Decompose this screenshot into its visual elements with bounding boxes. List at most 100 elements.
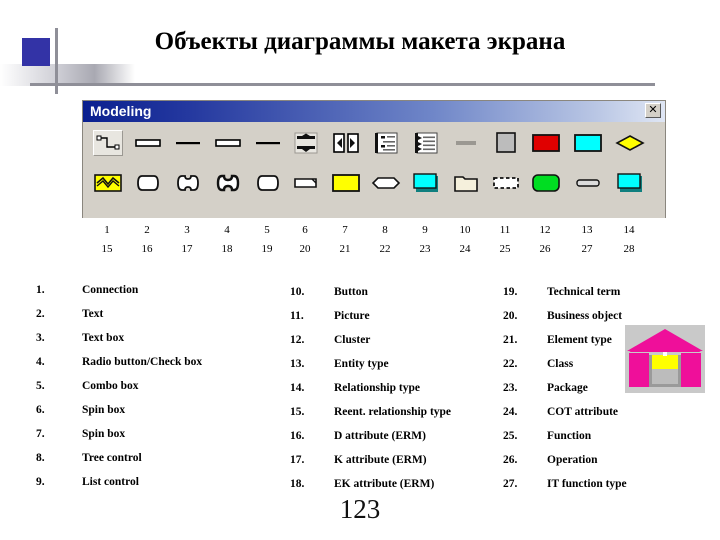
spin-box-vertical-icon[interactable] (291, 130, 321, 156)
legend-number: 8. (36, 452, 45, 464)
toolbar-row-1 (83, 130, 667, 160)
list-item: 24. COT attribute (503, 400, 627, 424)
list-item: 9. List control (36, 470, 202, 494)
legend-number: 11. (290, 310, 304, 322)
number-label: 1 (104, 224, 110, 236)
legend-label: Picture (334, 310, 370, 322)
text-line2-icon[interactable] (253, 130, 283, 156)
button-bar-icon[interactable] (451, 130, 481, 156)
number-label: 4 (224, 224, 230, 236)
legend-column-2: 10. Button 11. Picture 12. Cluster 13. Entit… (290, 280, 451, 496)
legend-number: 5. (36, 380, 45, 392)
class-hexagon-icon[interactable] (371, 170, 401, 196)
legend-label: Technical term (547, 286, 621, 298)
list-item: 16. D attribute (ERM) (290, 424, 451, 448)
operation-small-icon[interactable] (573, 170, 603, 196)
number-label: 12 (539, 224, 551, 236)
legend-label: Spin box (82, 404, 126, 416)
legend-label: Reent. relationship type (334, 406, 452, 418)
legend-number: 26. (503, 454, 518, 466)
picture-box-icon[interactable] (491, 130, 521, 156)
list-item: 23. Package (503, 376, 627, 400)
list-item: 20. Business object (503, 304, 627, 328)
list-item: 15. Reent. relationship type (290, 400, 451, 424)
number-label: 9 (422, 224, 428, 236)
ek-attribute-icon[interactable] (213, 170, 243, 196)
decoration-blue-square (22, 38, 50, 66)
reent-relationship-icon[interactable] (93, 170, 123, 196)
relationship-diamond-icon[interactable] (615, 130, 645, 156)
legend-number: 9. (36, 476, 45, 488)
technical-term-icon[interactable] (253, 170, 283, 196)
spin-box-horizontal-icon[interactable] (331, 130, 361, 156)
legend-label: IT function type (547, 478, 627, 490)
toolbar-body (83, 122, 665, 218)
text-box2-icon[interactable] (213, 130, 243, 156)
list-item: 1. Connection (36, 278, 202, 302)
number-label: 17 (181, 243, 193, 255)
number-label: 10 (459, 224, 471, 236)
legend-label: List control (82, 476, 139, 488)
cluster-red-icon[interactable] (531, 130, 561, 156)
list-control-icon[interactable] (411, 130, 441, 156)
legend-column-1: 1. Connection 2. Text 3. Text box 4. Radio b… (36, 278, 202, 494)
legend-number: 25. (503, 430, 518, 442)
list-item: 25. Function (503, 424, 627, 448)
toolbar-titlebar[interactable]: Modeling ✕ (83, 101, 665, 122)
legend-label: Spin box (82, 428, 126, 440)
d-attribute-icon[interactable] (133, 170, 163, 196)
legend-label: Element type (547, 334, 612, 346)
legend-label: Radio button/Check box (82, 356, 203, 368)
number-row-2: 15 16 17 18 19 20 21 22 23 24 25 26 27 2… (82, 243, 666, 261)
legend-label: Combo box (82, 380, 139, 392)
package-cyan-icon[interactable] (411, 170, 441, 196)
it-function-type-icon[interactable] (615, 170, 645, 196)
legend-label: Tree control (82, 452, 142, 464)
legend-number: 18. (290, 478, 305, 490)
number-label: 25 (499, 243, 511, 255)
text-line-icon[interactable] (173, 130, 203, 156)
text-box-icon[interactable] (133, 130, 163, 156)
folder-icon[interactable] (451, 170, 481, 196)
legend-label: Cluster (334, 334, 371, 346)
number-row-1: 1 2 3 4 5 6 7 8 9 10 11 12 13 14 (82, 224, 666, 242)
legend-number: 3. (36, 332, 45, 344)
legend-column-3: 19. Technical term 20. Business object 21.… (503, 280, 627, 496)
legend-label: Text box (82, 332, 125, 344)
element-type-yellow-icon[interactable] (331, 170, 361, 196)
list-item: 26. Operation (503, 448, 627, 472)
list-item: 17. K attribute (ERM) (290, 448, 451, 472)
number-label: 3 (184, 224, 190, 236)
k-attribute-icon[interactable] (173, 170, 203, 196)
connection-icon[interactable] (93, 130, 123, 156)
legend-label: Entity type (334, 358, 389, 370)
business-object-icon[interactable] (291, 170, 321, 196)
house-logo (625, 325, 705, 393)
list-item: 10. Button (290, 280, 451, 304)
legend-label: Class (547, 358, 574, 370)
legend-number: 19. (503, 286, 518, 298)
list-item: 8. Tree control (36, 446, 202, 470)
legend-label: D attribute (ERM) (334, 430, 426, 442)
number-label: 21 (339, 243, 351, 255)
legend-number: 10. (290, 286, 305, 298)
close-icon[interactable]: ✕ (645, 103, 661, 118)
function-green-icon[interactable] (531, 170, 561, 196)
list-item: 2. Text (36, 302, 202, 326)
entity-type-cyan-icon[interactable] (573, 130, 603, 156)
list-item: 7. Spin box (36, 422, 202, 446)
icon-number-labels: 1 2 3 4 5 6 7 8 9 10 11 12 13 14 15 16 1… (82, 224, 666, 264)
tree-control-icon[interactable] (371, 130, 401, 156)
number-label: 15 (101, 243, 113, 255)
list-item: 18. EK attribute (ERM) (290, 472, 451, 496)
legend-label: EK attribute (ERM) (334, 478, 435, 490)
list-item: 19. Technical term (503, 280, 627, 304)
number-label: 27 (581, 243, 593, 255)
page-title: Объекты диаграммы макета экрана (154, 28, 566, 55)
number-label: 13 (581, 224, 593, 236)
cot-attribute-dashed-icon[interactable] (491, 170, 521, 196)
legend-label: Function (547, 430, 592, 442)
legend-number: 17. (290, 454, 305, 466)
legend-number: 22. (503, 358, 518, 370)
number-label: 2 (144, 224, 150, 236)
